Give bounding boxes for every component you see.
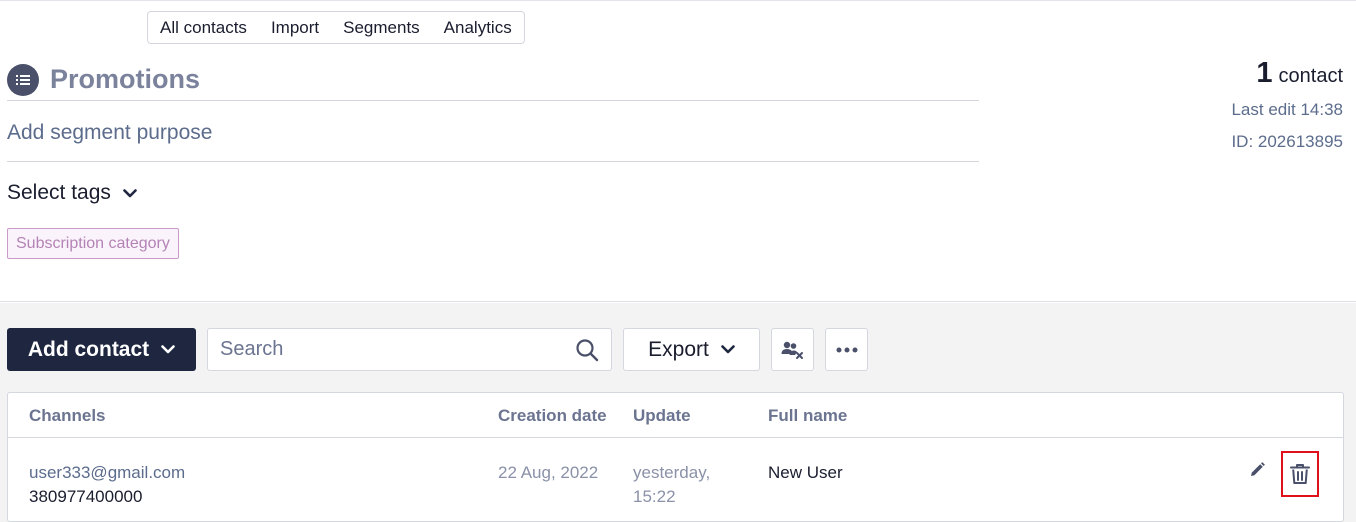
contact-phone: 380977400000 bbox=[29, 487, 143, 506]
full-name-cell: New User bbox=[768, 463, 843, 482]
creation-date-cell: 22 Aug, 2022 bbox=[498, 463, 599, 482]
tab-import[interactable]: Import bbox=[259, 18, 331, 38]
column-header-creation-date[interactable]: Creation date bbox=[498, 406, 607, 426]
title-row: Promotions bbox=[7, 59, 979, 101]
table-row[interactable]: user333@gmail.com 380977400000 22 Aug, 2… bbox=[8, 439, 1343, 522]
column-header-update[interactable]: Update bbox=[633, 406, 691, 426]
search-icon[interactable] bbox=[575, 338, 599, 362]
tab-segments[interactable]: Segments bbox=[331, 18, 432, 38]
contact-count-label: contact bbox=[1278, 65, 1343, 87]
segment-header: All contacts Import Segments Analytics P… bbox=[0, 0, 1356, 302]
tag-chip[interactable]: Subscription category bbox=[7, 228, 179, 259]
more-options-button[interactable] bbox=[825, 328, 868, 371]
update-time: 15:22 bbox=[633, 487, 676, 506]
channels-cell: user333@gmail.com 380977400000 bbox=[29, 461, 185, 509]
update-cell: yesterday, 15:22 bbox=[633, 461, 710, 509]
more-horizontal-icon bbox=[836, 347, 857, 352]
column-header-channels[interactable]: Channels bbox=[29, 406, 106, 426]
contacts-section: Add contact Export bbox=[0, 303, 1356, 522]
remove-users-icon bbox=[781, 341, 803, 359]
list-icon bbox=[7, 63, 39, 96]
add-contact-label: Add contact bbox=[27, 337, 150, 361]
remove-users-button[interactable] bbox=[771, 328, 814, 371]
select-tags-dropdown[interactable]: Select tags bbox=[7, 181, 137, 205]
page-title[interactable]: Promotions bbox=[50, 64, 200, 95]
top-tabs: All contacts Import Segments Analytics bbox=[147, 11, 525, 44]
add-contact-button[interactable]: Add contact bbox=[7, 328, 196, 371]
trash-icon[interactable] bbox=[1281, 451, 1319, 497]
contacts-table: Channels Creation date Update Full name … bbox=[7, 392, 1344, 522]
chevron-down-icon bbox=[123, 188, 137, 197]
search-box bbox=[207, 328, 612, 371]
export-label: Export bbox=[648, 337, 709, 361]
contact-stats: 1 contact Last edit 14:38 ID: 202613895 bbox=[1231, 57, 1343, 152]
segment-purpose-placeholder: Add segment purpose bbox=[7, 121, 213, 144]
column-header-full-name[interactable]: Full name bbox=[768, 406, 847, 426]
tab-all-contacts[interactable]: All contacts bbox=[160, 18, 259, 38]
export-button[interactable]: Export bbox=[623, 328, 760, 371]
chevron-down-icon bbox=[161, 345, 175, 354]
contact-count: 1 bbox=[1256, 57, 1273, 89]
pencil-icon[interactable] bbox=[1245, 457, 1269, 481]
segment-purpose-field[interactable]: Add segment purpose bbox=[7, 121, 979, 162]
contact-email[interactable]: user333@gmail.com bbox=[29, 461, 185, 485]
search-input[interactable] bbox=[220, 338, 575, 361]
tab-analytics[interactable]: Analytics bbox=[432, 18, 512, 38]
select-tags-label: Select tags bbox=[7, 181, 111, 204]
update-date: yesterday, bbox=[633, 463, 711, 482]
chevron-down-icon bbox=[721, 345, 735, 354]
segment-id: ID: 202613895 bbox=[1231, 132, 1343, 151]
last-edit: Last edit 14:38 bbox=[1231, 100, 1343, 119]
table-header: Channels Creation date Update Full name bbox=[8, 393, 1343, 438]
